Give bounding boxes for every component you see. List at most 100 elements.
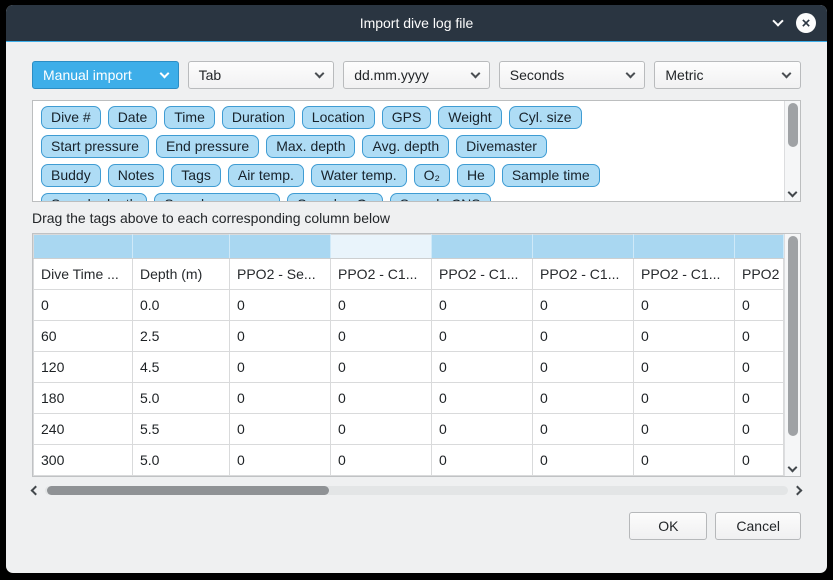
field-separator-value: Tab	[199, 67, 222, 83]
table-cell: 120	[34, 352, 133, 383]
close-icon: ×	[802, 16, 811, 31]
import-options-row: Manual import Tab dd.mm.yyyy Seconds Met…	[32, 61, 801, 89]
tag-chip[interactable]: He	[457, 164, 495, 187]
tag-chip[interactable]: Start pressure	[41, 135, 149, 158]
tag-rows: Dive # Date Time Duration Location GPS W…	[33, 101, 784, 201]
tag-chip[interactable]: Sample pressure	[154, 193, 280, 201]
table-cell: 0	[331, 352, 432, 383]
cancel-button[interactable]: Cancel	[715, 512, 801, 540]
tag-chip[interactable]: Location	[302, 106, 375, 129]
scrollbar-track[interactable]	[45, 486, 788, 495]
drop-cell[interactable]	[133, 235, 230, 259]
import-preview-panel: Dive Time ... Depth (m) PPO2 - Se... PPO…	[32, 233, 801, 477]
scrollbar-thumb[interactable]	[788, 103, 798, 147]
table-cell: 0	[432, 321, 533, 352]
chevron-left-icon[interactable]	[31, 486, 41, 496]
tag-chip[interactable]: Duration	[222, 106, 295, 129]
table-cell: 0	[230, 445, 331, 476]
date-format-value: dd.mm.yyyy	[354, 67, 429, 83]
table-cell: 240	[34, 414, 133, 445]
column-header: Depth (m)	[133, 259, 230, 290]
dialog-content: Manual import Tab dd.mm.yyyy Seconds Met…	[6, 42, 827, 573]
column-header: PPO2 - C1...	[533, 259, 634, 290]
tag-chip[interactable]: End pressure	[156, 135, 259, 158]
drop-cell[interactable]	[533, 235, 634, 259]
table-cell: 0	[735, 321, 784, 352]
table-cell: 4.5	[133, 352, 230, 383]
tag-chip[interactable]: Avg. depth	[362, 135, 449, 158]
tag-chip[interactable]: Cyl. size	[509, 106, 582, 129]
table-cell: 0	[230, 352, 331, 383]
units-value: Metric	[665, 67, 703, 83]
ok-button[interactable]: OK	[629, 512, 707, 540]
source-combobox[interactable]: Manual import	[32, 61, 179, 89]
tag-chip[interactable]: Sample pO₂	[287, 193, 382, 201]
tag-chip[interactable]: Tags	[171, 164, 221, 187]
scrollbar-thumb[interactable]	[47, 486, 329, 495]
chevron-down-icon[interactable]	[788, 188, 798, 198]
column-header: PPO2	[735, 259, 784, 290]
tag-chip[interactable]: Sample depth	[41, 193, 147, 201]
instruction-label: Drag the tags above to each correspondin…	[32, 210, 801, 226]
chevron-right-icon[interactable]	[793, 486, 803, 496]
table-cell: 0	[533, 383, 634, 414]
tag-chip[interactable]: Time	[164, 106, 215, 129]
drop-cell[interactable]	[34, 235, 133, 259]
titlebar[interactable]: Import dive log file ×	[6, 5, 827, 42]
table-cell: 0	[230, 290, 331, 321]
table-cell: 0	[735, 290, 784, 321]
tag-chip[interactable]: Divemaster	[456, 135, 547, 158]
drop-cell[interactable]	[735, 235, 784, 259]
table-cell: 0	[331, 383, 432, 414]
chevron-down-icon[interactable]	[788, 463, 798, 473]
table-cell: 0	[533, 321, 634, 352]
drop-cell-highlighted[interactable]	[331, 235, 432, 259]
table-cell: 0	[34, 290, 133, 321]
tag-row: Buddy Notes Tags Air temp. Water temp. O…	[41, 164, 776, 187]
tag-chip[interactable]: GPS	[382, 106, 432, 129]
table-cell: 300	[34, 445, 133, 476]
duration-format-value: Seconds	[510, 67, 564, 83]
tag-chip[interactable]: Buddy	[41, 164, 101, 187]
table-cell: 0	[634, 290, 735, 321]
tag-chip[interactable]: Weight	[438, 106, 501, 129]
tag-chip[interactable]: Max. depth	[266, 135, 355, 158]
table-row: 60 2.5 0 0 0 0 0 0	[34, 321, 784, 352]
table-cell: 0	[533, 352, 634, 383]
table-cell: 0	[331, 445, 432, 476]
tag-chip[interactable]: Sample time	[502, 164, 600, 187]
tag-row: Dive # Date Time Duration Location GPS W…	[41, 106, 776, 129]
close-button[interactable]: ×	[796, 13, 816, 33]
drop-cell[interactable]	[230, 235, 331, 259]
drop-cell[interactable]	[432, 235, 533, 259]
units-combobox[interactable]: Metric	[654, 61, 801, 89]
shade-window-icon[interactable]	[772, 15, 783, 26]
horizontal-scrollbar[interactable]	[32, 484, 801, 497]
table-cell: 0	[230, 414, 331, 445]
tag-chip[interactable]: Air temp.	[228, 164, 304, 187]
tag-chip[interactable]: Date	[108, 106, 158, 129]
column-header: Dive Time ...	[34, 259, 133, 290]
tag-chip[interactable]: Notes	[108, 164, 165, 187]
chevron-down-icon	[626, 69, 636, 79]
table-vertical-scrollbar[interactable]	[784, 234, 800, 476]
date-format-combobox[interactable]: dd.mm.yyyy	[343, 61, 490, 89]
table-row: 240 5.5 0 0 0 0 0 0	[34, 414, 784, 445]
field-separator-combobox[interactable]: Tab	[188, 61, 335, 89]
table-cell: 0	[230, 321, 331, 352]
table-row: 0 0.0 0 0 0 0 0 0	[34, 290, 784, 321]
duration-format-combobox[interactable]: Seconds	[499, 61, 646, 89]
table-cell: 0	[634, 414, 735, 445]
tag-list-panel: Dive # Date Time Duration Location GPS W…	[32, 100, 801, 202]
tag-chip[interactable]: Sample CNS	[390, 193, 491, 201]
tag-panel-vertical-scrollbar[interactable]	[784, 101, 800, 201]
source-combobox-value: Manual import	[43, 67, 132, 83]
tag-chip[interactable]: Water temp.	[311, 164, 407, 187]
drop-cell[interactable]	[634, 235, 735, 259]
scrollbar-thumb[interactable]	[788, 236, 798, 436]
table-cell: 0	[432, 383, 533, 414]
dialog-window: Import dive log file × Manual import Tab…	[6, 5, 827, 573]
chevron-down-icon	[470, 69, 480, 79]
tag-chip[interactable]: O₂	[414, 164, 450, 187]
tag-chip[interactable]: Dive #	[41, 106, 101, 129]
